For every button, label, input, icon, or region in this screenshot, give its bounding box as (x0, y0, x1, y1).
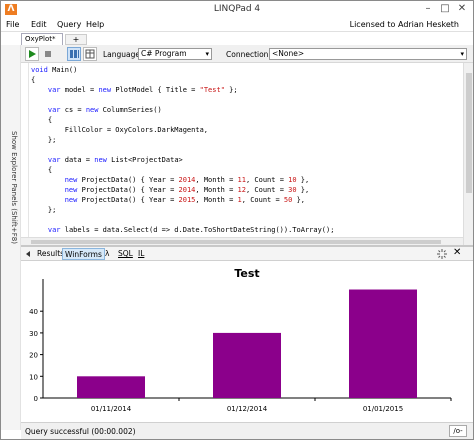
menu-file[interactable]: File (6, 20, 19, 29)
editor-horizontal-scrollbar[interactable] (21, 237, 463, 245)
chevron-down-icon: ▾ (205, 50, 209, 58)
run-icon (29, 50, 36, 58)
text-results-icon (85, 49, 95, 59)
run-button[interactable] (25, 47, 39, 61)
code-text[interactable]: void Main(){ var model = new PlotModel {… (31, 65, 334, 235)
explorer-sidebar[interactable]: Show Explorer Panels (Shift+F8) (1, 45, 21, 430)
code-line[interactable]: var model = new PlotModel { Title = "Tes… (31, 85, 334, 95)
y-tick-label: 10 (29, 373, 38, 381)
show-explorer-label[interactable]: Show Explorer Panels (Shift+F8) (4, 131, 18, 381)
x-tick-label: 01/01/2015 (363, 405, 403, 413)
code-line[interactable]: new ProjectData() { Year = 2015, Month =… (31, 195, 334, 205)
close-icon[interactable]: ✕ (453, 247, 461, 258)
bar (213, 332, 281, 398)
minimize-icon[interactable]: – (421, 3, 435, 15)
code-line[interactable]: var data = new List<ProjectData> (31, 155, 334, 165)
chevron-down-icon: ▾ (460, 50, 464, 58)
language-label: Language (103, 50, 141, 59)
y-tick-label: 40 (29, 308, 38, 316)
menu-bar: File Edit Query Help Licensed to Adrian … (1, 18, 473, 32)
grid-results-icon (70, 50, 79, 58)
linqpad-window: Λ LINQPad 4 – □ ✕ File Edit Query Help L… (0, 0, 474, 440)
code-line[interactable]: new ProjectData() { Year = 2014, Month =… (31, 175, 334, 185)
window-title: LINQPad 4 (213, 4, 261, 14)
column-chart: Test 0 10 20 30 40 01/11/2014 01/12/2014 01/01/2… (29, 267, 452, 413)
scroll-thumb[interactable] (31, 240, 441, 244)
status-bar: Query successful (00:00.002) /o- (21, 422, 473, 439)
language-value: C# Program (141, 49, 187, 58)
status-text: Query successful (00:00.002) (25, 427, 136, 436)
x-tick-label: 01/12/2014 (227, 405, 268, 413)
menu-query[interactable]: Query (57, 20, 81, 29)
y-tick-label: 30 (29, 330, 38, 338)
tab-lambda[interactable]: λ (103, 248, 111, 260)
scroll-thumb[interactable] (466, 73, 472, 193)
code-line[interactable] (31, 145, 334, 155)
connection-value: <None> (272, 49, 305, 58)
tab-oxyplot[interactable]: OxyPlot* (21, 33, 63, 45)
connection-select[interactable]: <None> ▾ (269, 48, 467, 60)
tab-winforms[interactable]: WinForms (62, 248, 105, 260)
editor-vertical-scrollbar[interactable] (463, 63, 473, 245)
x-tick-label: 01/11/2014 (91, 405, 132, 413)
code-line[interactable]: { (31, 165, 334, 175)
code-line[interactable]: new ProjectData() { Year = 2014, Month =… (31, 185, 334, 195)
tab-sql[interactable]: SQL (116, 248, 135, 260)
code-line[interactable]: }; (31, 205, 334, 215)
status-toggle-button[interactable]: /o- (449, 425, 467, 437)
editor-gutter (21, 63, 29, 245)
tab-il[interactable]: IL (136, 248, 146, 260)
winforms-results-panel: Test 0 10 20 30 40 01/11/2014 01/12/2014 01/01/2… (21, 261, 473, 422)
bar (77, 376, 145, 398)
results-tab-bar: Results WinForms λ SQL IL ✕ (21, 247, 473, 261)
code-editor[interactable]: void Main(){ var model = new PlotModel {… (21, 63, 473, 245)
code-line[interactable]: var cs = new ColumnSeries() (31, 105, 334, 115)
query-tab-bar: OxyPlot* + (21, 33, 473, 45)
language-select[interactable]: C# Program ▾ (138, 48, 212, 60)
bar (349, 289, 417, 398)
code-line[interactable]: void Main() (31, 65, 334, 75)
stop-button[interactable] (41, 47, 55, 61)
add-tab-button[interactable]: + (65, 34, 87, 45)
maximize-icon[interactable]: □ (438, 3, 452, 15)
chart-title: Test (234, 267, 259, 280)
close-icon[interactable]: ✕ (455, 3, 469, 15)
connection-label: Connection (226, 50, 269, 59)
grid-results-button[interactable] (67, 47, 81, 61)
code-line[interactable]: }; (31, 135, 334, 145)
code-line[interactable]: var labels = data.Select(d => d.Date.ToS… (31, 225, 335, 235)
y-tick-label: 20 (29, 352, 38, 360)
text-results-button[interactable] (83, 47, 97, 61)
loading-icon (437, 249, 447, 259)
menu-edit[interactable]: Edit (31, 20, 47, 29)
license-text: Licensed to Adrian Hesketh (349, 20, 459, 29)
chevron-left-icon[interactable] (24, 250, 32, 258)
menu-help[interactable]: Help (86, 20, 104, 29)
stop-icon (45, 51, 51, 57)
code-line[interactable] (31, 215, 334, 225)
code-line[interactable]: { (31, 115, 334, 125)
code-line[interactable]: FillColor = OxyColors.DarkMagenta, (31, 125, 334, 135)
query-toolbar: Language C# Program ▾ Connection <None> … (21, 45, 473, 63)
title-bar: Λ LINQPad 4 – □ ✕ (1, 1, 473, 18)
code-line[interactable]: { (31, 75, 334, 85)
y-tick-label: 0 (34, 395, 38, 403)
code-line[interactable] (31, 95, 334, 105)
